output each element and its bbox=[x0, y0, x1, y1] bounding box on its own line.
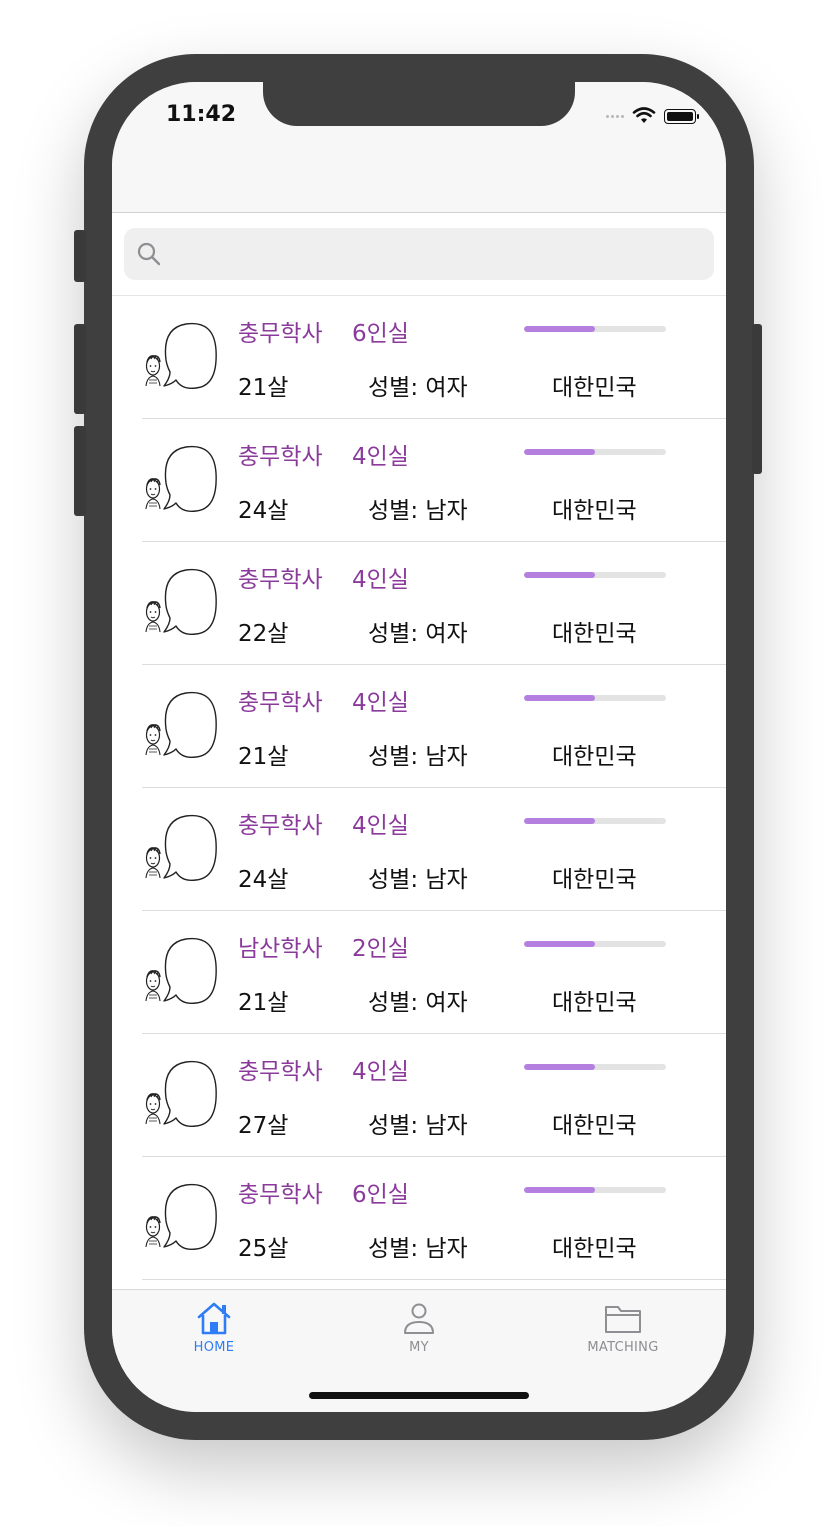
tab-matching[interactable]: MATCHING bbox=[553, 1300, 693, 1355]
list-item[interactable]: 충무학사 4인실 21살 성별: 남자 대한민국 bbox=[142, 665, 726, 788]
list-item[interactable]: 충무학사 4인실 22살 성별: 여자 대한민국 bbox=[142, 542, 726, 665]
tab-my-label: MY bbox=[409, 1340, 429, 1355]
gender-label: 성별: 여자 bbox=[368, 621, 468, 647]
list-item[interactable]: 충무학사 4인실 24살 성별: 남자 대한민국 bbox=[142, 419, 726, 542]
home-icon bbox=[197, 1302, 231, 1335]
age-label: 24살 bbox=[238, 498, 289, 524]
match-progress-bar bbox=[524, 818, 666, 824]
gender-label: 성별: 남자 bbox=[368, 1236, 468, 1262]
dorm-name: 충무학사 bbox=[238, 813, 323, 839]
age-label: 21살 bbox=[238, 375, 289, 401]
gender-label: 성별: 남자 bbox=[368, 744, 468, 770]
country-label: 대한민국 bbox=[552, 498, 637, 524]
room-type: 6인실 bbox=[352, 321, 409, 347]
avatar bbox=[142, 320, 218, 398]
country-label: 대한민국 bbox=[552, 867, 637, 893]
person-icon bbox=[404, 1303, 434, 1334]
gender-label: 성별: 여자 bbox=[368, 375, 468, 401]
room-type: 2인실 bbox=[352, 936, 409, 962]
folder-icon bbox=[605, 1306, 641, 1333]
gender-label: 성별: 남자 bbox=[368, 1113, 468, 1139]
wifi-icon bbox=[632, 107, 656, 123]
notch bbox=[263, 82, 575, 126]
status-time: 11:42 bbox=[166, 102, 237, 127]
match-progress-fill bbox=[524, 449, 595, 455]
dorm-name: 충무학사 bbox=[238, 1059, 323, 1085]
search-bar[interactable] bbox=[124, 228, 714, 280]
avatar bbox=[142, 566, 218, 644]
device-silent-switch bbox=[74, 230, 86, 282]
match-progress-fill bbox=[524, 1187, 595, 1193]
device-volume-down bbox=[74, 426, 86, 516]
match-progress-bar bbox=[524, 695, 666, 701]
room-type: 4인실 bbox=[352, 567, 409, 593]
list-item[interactable]: 충무학사 4인실 27살 성별: 남자 대한민국 bbox=[142, 1034, 726, 1157]
list-item[interactable]: 남산학사 2인실 21살 성별: 여자 대한민국 bbox=[142, 911, 726, 1034]
dorm-name: 충무학사 bbox=[238, 1182, 323, 1208]
roommate-list: 충무학사 6인실 21살 성별: 여자 대한민국 충무학사 4인실 24살 성별: 남자 대한민국… bbox=[112, 296, 726, 1289]
dorm-name: 충무학사 bbox=[238, 690, 323, 716]
tab-matching-label: MATCHING bbox=[587, 1340, 659, 1355]
match-progress-fill bbox=[524, 818, 595, 824]
country-label: 대한민국 bbox=[552, 621, 637, 647]
tab-my[interactable]: MY bbox=[349, 1300, 489, 1355]
age-label: 25살 bbox=[238, 1236, 289, 1262]
room-type: 4인실 bbox=[352, 444, 409, 470]
match-progress-bar bbox=[524, 941, 666, 947]
age-label: 22살 bbox=[238, 621, 289, 647]
match-progress-bar bbox=[524, 1187, 666, 1193]
dorm-name: 충무학사 bbox=[238, 444, 323, 470]
battery-icon bbox=[664, 108, 699, 124]
country-label: 대한민국 bbox=[552, 375, 637, 401]
avatar bbox=[142, 1058, 218, 1136]
dorm-name: 충무학사 bbox=[238, 567, 323, 593]
match-progress-fill bbox=[524, 572, 595, 578]
gender-label: 성별: 남자 bbox=[368, 867, 468, 893]
device-volume-up bbox=[74, 324, 86, 414]
match-progress-bar bbox=[524, 572, 666, 578]
room-type: 4인실 bbox=[352, 690, 409, 716]
search-icon bbox=[137, 242, 161, 266]
signal-icon bbox=[606, 114, 624, 118]
list-item[interactable]: 충무학사 4인실 24살 성별: 남자 대한민국 bbox=[142, 788, 726, 911]
avatar bbox=[142, 689, 218, 767]
age-label: 24살 bbox=[238, 867, 289, 893]
country-label: 대한민국 bbox=[552, 1113, 637, 1139]
search-input[interactable] bbox=[170, 236, 704, 274]
device-power-button bbox=[752, 324, 762, 474]
avatar bbox=[142, 1181, 218, 1259]
phone-screen: 11:42 충무학사 6인실 21살 성별: 여자 대한민국 충무학사 4인실 24살 성별: … bbox=[112, 82, 726, 1412]
tab-home-label: HOME bbox=[193, 1340, 235, 1355]
age-label: 21살 bbox=[238, 744, 289, 770]
gender-label: 성별: 여자 bbox=[368, 990, 468, 1016]
country-label: 대한민국 bbox=[552, 1236, 637, 1262]
dorm-name: 남산학사 bbox=[238, 936, 323, 962]
room-type: 4인실 bbox=[352, 1059, 409, 1085]
match-progress-fill bbox=[524, 1064, 595, 1070]
match-progress-fill bbox=[524, 326, 595, 332]
match-progress-bar bbox=[524, 326, 666, 332]
dorm-name: 충무학사 bbox=[238, 321, 323, 347]
country-label: 대한민국 bbox=[552, 744, 637, 770]
room-type: 4인실 bbox=[352, 813, 409, 839]
match-progress-bar bbox=[524, 449, 666, 455]
match-progress-fill bbox=[524, 941, 595, 947]
match-progress-fill bbox=[524, 695, 595, 701]
home-indicator bbox=[309, 1392, 529, 1399]
avatar bbox=[142, 935, 218, 1013]
avatar bbox=[142, 812, 218, 890]
gender-label: 성별: 남자 bbox=[368, 498, 468, 524]
room-type: 6인실 bbox=[352, 1182, 409, 1208]
age-label: 27살 bbox=[238, 1113, 289, 1139]
list-item[interactable]: 충무학사 6인실 21살 성별: 여자 대한민국 bbox=[142, 296, 726, 419]
tab-home[interactable]: HOME bbox=[144, 1300, 284, 1355]
match-progress-bar bbox=[524, 1064, 666, 1070]
list-item[interactable]: 충무학사 6인실 25살 성별: 남자 대한민국 bbox=[142, 1157, 726, 1280]
country-label: 대한민국 bbox=[552, 990, 637, 1016]
avatar bbox=[142, 443, 218, 521]
age-label: 21살 bbox=[238, 990, 289, 1016]
status-icons bbox=[606, 104, 699, 128]
